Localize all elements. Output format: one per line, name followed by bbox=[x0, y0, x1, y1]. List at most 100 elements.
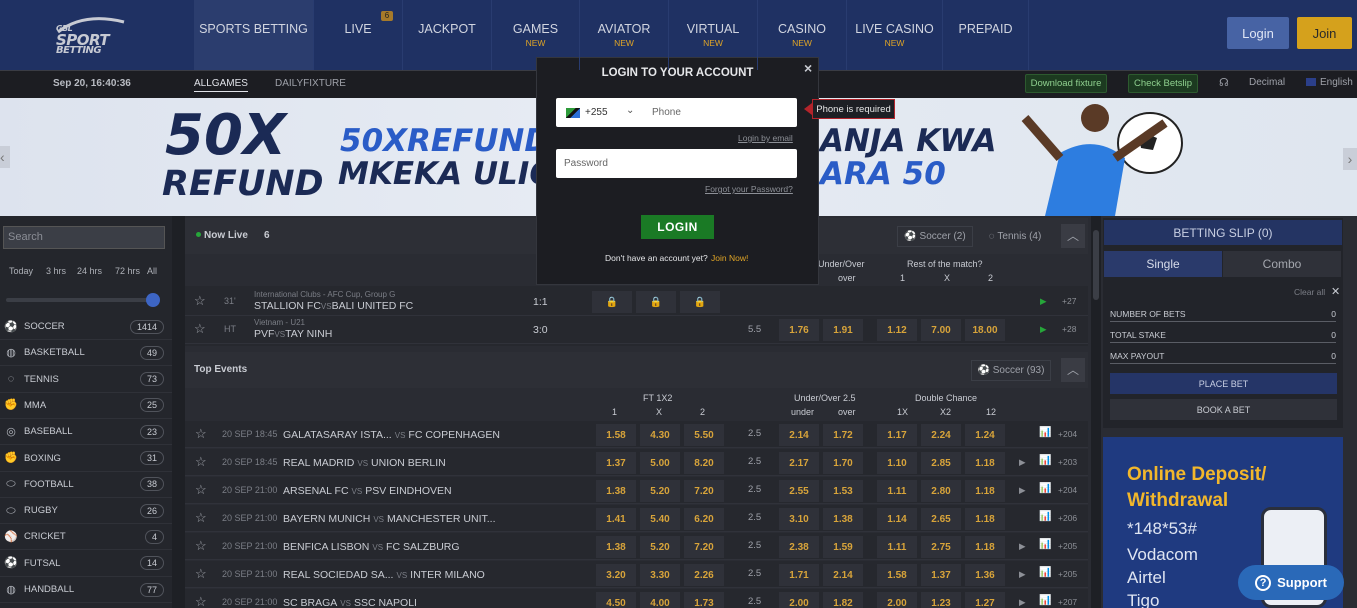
language-select[interactable]: English bbox=[1320, 77, 1353, 88]
odds-cell[interactable]: 3.10 bbox=[779, 508, 819, 530]
odds-cell[interactable]: 1.38 bbox=[596, 536, 636, 558]
collapse-live-button[interactable]: ︿ bbox=[1061, 224, 1085, 248]
time-slider-handle[interactable] bbox=[146, 293, 160, 307]
check-betslip-button[interactable]: Check Betslip bbox=[1128, 74, 1198, 93]
nav-casino[interactable]: CASINO NEW bbox=[758, 0, 847, 70]
tab-live-tennis[interactable]: ◌ Tennis (4) bbox=[977, 226, 1053, 247]
tab-allgames[interactable]: ALLGAMES bbox=[194, 78, 248, 92]
odds-cell[interactable]: 1.18 bbox=[965, 480, 1005, 502]
live-teams[interactable]: PVFVSTAY NINH bbox=[254, 328, 332, 340]
tab-live-soccer[interactable]: ⚽ Soccer (2) bbox=[897, 226, 973, 247]
odds-cell[interactable]: 2.85 bbox=[921, 452, 961, 474]
odds-cell[interactable]: 4.30 bbox=[640, 424, 680, 446]
odds-cell[interactable]: 1.72 bbox=[823, 424, 863, 446]
favorite-star-icon[interactable]: ☆ bbox=[195, 510, 207, 526]
play-icon[interactable]: ▶ bbox=[1019, 569, 1026, 580]
search-input[interactable]: Search bbox=[3, 226, 165, 249]
odds-cell[interactable]: 3.30 bbox=[640, 564, 680, 586]
headset-icon[interactable]: ☊ bbox=[1219, 76, 1229, 89]
odds-cell[interactable]: 1.82 bbox=[823, 592, 863, 608]
odds-cell[interactable]: 2.55 bbox=[779, 480, 819, 502]
odds-cell[interactable]: 2.00 bbox=[877, 592, 917, 608]
odds-cell[interactable]: 5.20 bbox=[640, 536, 680, 558]
more-markets[interactable]: +205 bbox=[1058, 569, 1077, 579]
play-icon[interactable]: ▶ bbox=[1019, 485, 1026, 496]
odds-cell[interactable]: 1.37 bbox=[596, 452, 636, 474]
odds-cell[interactable]: 1.53 bbox=[823, 480, 863, 502]
live-play-icon[interactable]: ▶ bbox=[1040, 324, 1047, 335]
time-slider[interactable] bbox=[6, 298, 156, 302]
more-markets[interactable]: +27 bbox=[1062, 296, 1076, 306]
odds-cell[interactable]: 8.20 bbox=[684, 452, 724, 474]
event-teams[interactable]: REAL MADRID VS UNION BERLIN bbox=[283, 457, 446, 469]
odds-cell[interactable]: 1.14 bbox=[877, 508, 917, 530]
nav-jackpot[interactable]: JACKPOT bbox=[403, 0, 492, 70]
odds-cell[interactable]: 1.76 bbox=[779, 319, 819, 341]
favorite-star-icon[interactable]: ☆ bbox=[195, 566, 207, 582]
odds-cell[interactable]: 7.00 bbox=[921, 319, 961, 341]
odds-cell[interactable]: 2.24 bbox=[921, 424, 961, 446]
odds-cell[interactable]: 2.65 bbox=[921, 508, 961, 530]
site-logo[interactable]: GBL SPORT BETTING bbox=[54, 14, 134, 56]
odds-cell[interactable]: 2.14 bbox=[779, 424, 819, 446]
odds-cell[interactable]: 1.18 bbox=[965, 508, 1005, 530]
odds-cell[interactable]: 3.20 bbox=[596, 564, 636, 586]
odds-cell[interactable]: 5.50 bbox=[684, 424, 724, 446]
event-teams[interactable]: GALATASARAY ISTA... VS FC COPENHAGEN bbox=[283, 429, 500, 441]
tab-top-soccer[interactable]: ⚽ Soccer (93) bbox=[971, 360, 1051, 381]
event-teams[interactable]: REAL SOCIEDAD SA... VS INTER MILANO bbox=[283, 569, 485, 581]
support-button[interactable]: ? Support bbox=[1238, 565, 1344, 600]
favorite-star-icon[interactable]: ☆ bbox=[195, 482, 207, 498]
odds-cell[interactable]: 1.18 bbox=[965, 452, 1005, 474]
chevron-down-icon[interactable]: ⌄ bbox=[626, 105, 634, 116]
more-markets[interactable]: +206 bbox=[1058, 513, 1077, 523]
odds-cell[interactable]: 1.59 bbox=[823, 536, 863, 558]
live-teams[interactable]: STALLION FCVSBALI UNITED FC bbox=[254, 300, 413, 312]
clear-close-icon[interactable]: ✕ bbox=[1331, 285, 1340, 298]
nav-live-casino[interactable]: LIVE CASINO NEW bbox=[847, 0, 943, 70]
nav-games[interactable]: GAMES NEW bbox=[492, 0, 580, 70]
more-markets[interactable]: +28 bbox=[1062, 324, 1076, 334]
favorite-star-icon[interactable]: ☆ bbox=[195, 454, 207, 470]
time-filter-0[interactable]: Today bbox=[9, 266, 33, 276]
sidebar-item-baseball[interactable]: ◎ BASEBALL 23 bbox=[0, 419, 172, 446]
odds-cell[interactable]: 5.20 bbox=[640, 480, 680, 502]
odds-cell[interactable]: 2.38 bbox=[779, 536, 819, 558]
more-markets[interactable]: +204 bbox=[1058, 429, 1077, 439]
odds-cell[interactable]: 2.00 bbox=[779, 592, 819, 608]
banner-prev-arrow[interactable]: ‹ bbox=[0, 146, 10, 168]
odds-cell[interactable]: 1.17 bbox=[877, 424, 917, 446]
odds-cell[interactable]: 1.58 bbox=[596, 424, 636, 446]
play-icon[interactable]: ▶ bbox=[1019, 597, 1026, 608]
sidebar-item-football[interactable]: ⬭ FOOTBALL 38 bbox=[0, 472, 172, 498]
nav-aviator[interactable]: AVIATOR NEW bbox=[580, 0, 669, 70]
stats-icon[interactable]: 📊 bbox=[1039, 567, 1051, 578]
odds-cell[interactable]: 1.36 bbox=[965, 564, 1005, 586]
play-icon[interactable]: ▶ bbox=[1019, 457, 1026, 468]
phone-field[interactable]: +255 ⌄ Phone bbox=[556, 98, 797, 127]
odds-cell[interactable]: 1.58 bbox=[877, 564, 917, 586]
sidebar-item-boxing[interactable]: ✊ BOXING 31 bbox=[0, 446, 172, 472]
download-fixture-button[interactable]: Download fixture bbox=[1025, 74, 1107, 93]
odds-cell[interactable]: 1.12 bbox=[877, 319, 917, 341]
odds-cell[interactable]: 5.40 bbox=[640, 508, 680, 530]
odds-cell[interactable]: 1.37 bbox=[921, 564, 961, 586]
odds-cell[interactable]: 2.26 bbox=[684, 564, 724, 586]
sidebar-item-cricket[interactable]: ⚾ CRICKET 4 bbox=[0, 524, 172, 551]
odds-cell[interactable]: 2.14 bbox=[823, 564, 863, 586]
odds-cell[interactable]: 2.17 bbox=[779, 452, 819, 474]
odds-cell[interactable]: 4.00 bbox=[640, 592, 680, 608]
event-teams[interactable]: BENFICA LISBON VS FC SALZBURG bbox=[283, 541, 460, 553]
stats-icon[interactable]: 📊 bbox=[1039, 539, 1051, 550]
event-teams[interactable]: BAYERN MUNICH VS MANCHESTER UNIT... bbox=[283, 513, 496, 525]
stats-icon[interactable]: 📊 bbox=[1039, 455, 1051, 466]
stats-icon[interactable]: 📊 bbox=[1039, 511, 1051, 522]
odds-cell[interactable]: 1.18 bbox=[965, 536, 1005, 558]
favorite-star-icon[interactable]: ☆ bbox=[195, 538, 207, 554]
clear-all-link[interactable]: Clear all bbox=[1294, 287, 1325, 297]
sidebar-item-futsal[interactable]: ⚽ FUTSAL 14 bbox=[0, 551, 172, 577]
tab-combo[interactable]: Combo bbox=[1223, 251, 1341, 277]
odds-cell[interactable]: 1.27 bbox=[965, 592, 1005, 608]
nav-virtual[interactable]: VIRTUAL NEW bbox=[669, 0, 758, 70]
odds-cell[interactable]: 1.11 bbox=[877, 480, 917, 502]
